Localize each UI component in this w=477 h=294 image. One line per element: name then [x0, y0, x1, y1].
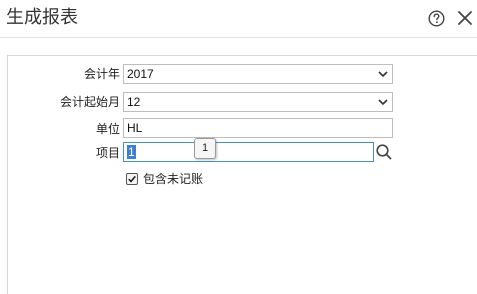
unit-value: HL — [127, 121, 143, 135]
include-unposted-label[interactable]: 包含未记账 — [143, 171, 203, 187]
form-panel — [7, 55, 477, 294]
dialog-title: 生成报表 — [6, 7, 78, 28]
close-x-icon — [458, 11, 472, 25]
question-circle-icon — [428, 10, 445, 27]
project-input[interactable]: 1 — [123, 142, 374, 162]
search-icon — [376, 144, 392, 160]
project-search-button[interactable] — [374, 142, 394, 162]
fiscal-year-select[interactable]: 2017 — [123, 64, 393, 84]
chevron-down-icon — [378, 71, 388, 78]
fiscal-year-value: 2017 — [127, 67, 154, 81]
close-button[interactable] — [456, 9, 474, 27]
autocomplete-tooltip[interactable]: 1 — [194, 138, 216, 159]
start-month-label: 会计起始月 — [59, 95, 120, 109]
project-label: 项目 — [95, 146, 120, 160]
start-month-value: 12 — [127, 95, 141, 109]
chevron-down-icon — [378, 99, 388, 106]
dialog-titlebar: 生成报表 — [0, 0, 477, 38]
unit-input[interactable]: HL — [123, 118, 393, 138]
unit-label: 单位 — [95, 122, 120, 136]
include-unposted-checkbox[interactable] — [126, 173, 138, 185]
fiscal-year-label: 会计年 — [83, 67, 120, 81]
help-button[interactable] — [428, 10, 445, 27]
start-month-select[interactable]: 12 — [123, 92, 393, 112]
checkmark-icon — [128, 175, 136, 183]
project-value: 1 — [127, 145, 136, 159]
